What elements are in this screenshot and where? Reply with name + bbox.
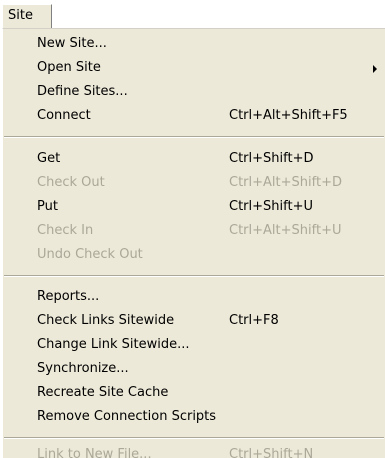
menu-item-shortcut: Ctrl+Shift+D xyxy=(229,151,314,166)
menu-item-shortcut: Ctrl+Alt+Shift+F5 xyxy=(229,108,348,123)
menu-item-label: Change Link Sitewide... xyxy=(37,337,190,352)
menu-item-label: Check Links Sitewide xyxy=(37,313,175,328)
menu-item-synchronize[interactable]: Synchronize... xyxy=(3,357,383,381)
menu-item-label: Check In xyxy=(37,223,94,238)
menu-item-label: Connect xyxy=(37,108,91,123)
menu-item-put[interactable]: Put Ctrl+Shift+U xyxy=(3,195,383,219)
menu-item-shortcut: Ctrl+Shift+N xyxy=(229,447,314,458)
menu-item-shortcut: Ctrl+Alt+Shift+U xyxy=(229,223,342,238)
chevron-right-icon xyxy=(373,65,377,73)
menu-item-label: Check Out xyxy=(37,175,105,190)
menu-item-recreate-site-cache[interactable]: Recreate Site Cache xyxy=(3,381,383,405)
menu-item-get[interactable]: Get Ctrl+Shift+D xyxy=(3,147,383,171)
menu-item-undo-check-out: Undo Check Out xyxy=(3,243,383,267)
menu-item-change-link-sitewide[interactable]: Change Link Sitewide... xyxy=(3,333,383,357)
menu-item-new-site[interactable]: New Site... xyxy=(3,32,383,56)
site-menu-dropdown: New Site... Open Site Define Sites... Co… xyxy=(2,28,385,458)
menu-site[interactable]: Site xyxy=(2,4,52,28)
menu-item-shortcut: Ctrl+F8 xyxy=(229,313,279,328)
menu-separator xyxy=(4,275,384,277)
menu-item-label: Remove Connection Scripts xyxy=(37,409,217,424)
menu-item-label: Put xyxy=(37,199,58,214)
menu-item-label: Define Sites... xyxy=(37,84,128,99)
menu-item-check-links-sitewide[interactable]: Check Links Sitewide Ctrl+F8 xyxy=(3,309,383,333)
menu-item-open-site[interactable]: Open Site xyxy=(3,56,383,80)
menu-item-reports[interactable]: Reports... xyxy=(3,285,383,309)
menu-item-label: Open Site xyxy=(37,60,101,75)
menu-item-check-out: Check Out Ctrl+Alt+Shift+D xyxy=(3,171,383,195)
menu-item-label: Undo Check Out xyxy=(37,247,143,262)
menu-item-link-to-new-file: Link to New File... Ctrl+Shift+N xyxy=(3,443,383,458)
menu-item-label: Recreate Site Cache xyxy=(37,385,169,400)
menu-item-define-sites[interactable]: Define Sites... xyxy=(3,80,383,104)
menu-item-label: New Site... xyxy=(37,36,107,51)
menu-bar: Site xyxy=(0,0,385,28)
menu-item-label: Reports... xyxy=(37,289,100,304)
menu-separator xyxy=(4,437,384,439)
menu-item-remove-connection-scripts[interactable]: Remove Connection Scripts xyxy=(3,405,383,429)
menu-item-label: Get xyxy=(37,151,61,166)
menu-separator xyxy=(4,136,384,138)
menu-item-connect[interactable]: Connect Ctrl+Alt+Shift+F5 xyxy=(3,104,383,128)
menu-item-label: Link to New File... xyxy=(37,447,152,458)
menu-item-label: Synchronize... xyxy=(37,361,129,376)
menu-item-check-in: Check In Ctrl+Alt+Shift+U xyxy=(3,219,383,243)
menu-item-shortcut: Ctrl+Alt+Shift+D xyxy=(229,175,342,190)
menu-item-shortcut: Ctrl+Shift+U xyxy=(229,199,313,214)
